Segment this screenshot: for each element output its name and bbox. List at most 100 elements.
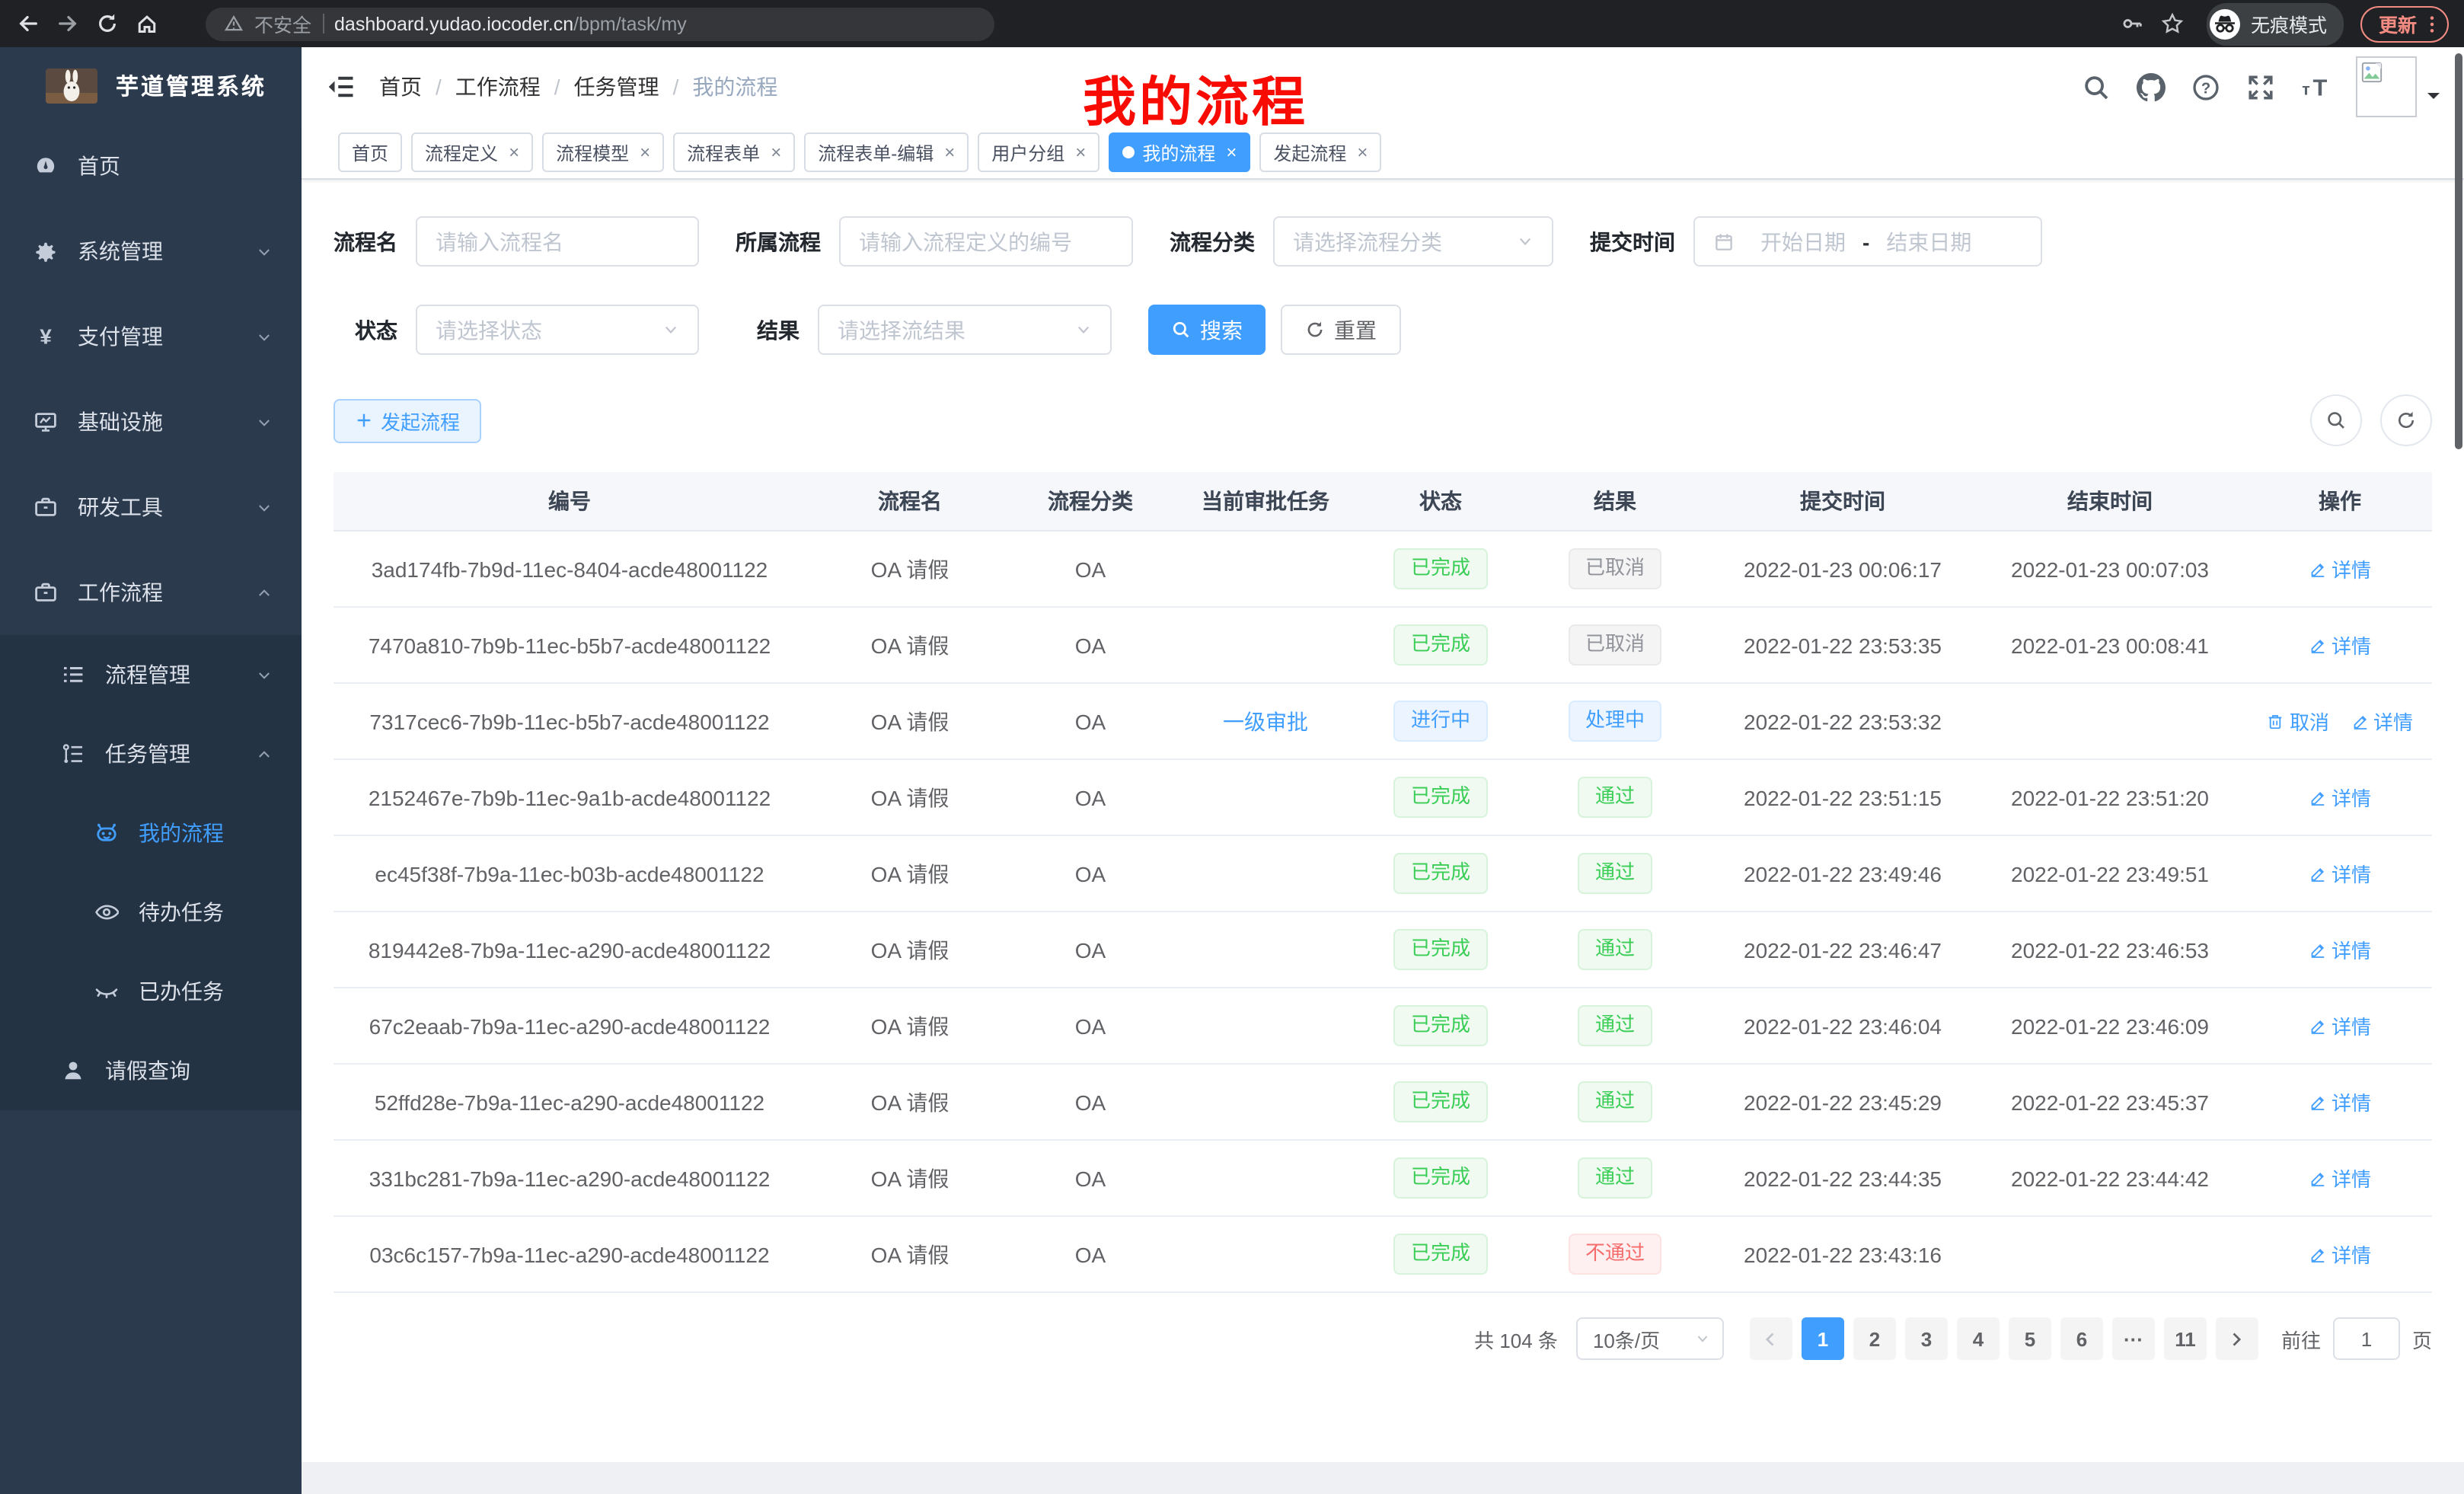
page-button-11[interactable]: 11 [2164, 1317, 2207, 1360]
process-def-input[interactable] [839, 216, 1133, 267]
tab-my-process[interactable]: 我的流程× [1109, 132, 1250, 172]
tab-close-icon[interactable]: × [944, 143, 955, 161]
tab-process-definition[interactable]: 流程定义× [411, 132, 533, 172]
show-search-button[interactable] [2310, 394, 2362, 446]
sidebar-item-process-mgmt[interactable]: 流程管理 [0, 635, 302, 714]
result-label: 结果 [736, 314, 818, 345]
tab-close-icon[interactable]: × [1357, 143, 1368, 161]
page-button-4[interactable]: 4 [1957, 1317, 2000, 1360]
current-task-link[interactable]: 一级审批 [1223, 709, 1308, 733]
refresh-table-button[interactable] [2380, 394, 2432, 446]
sidebar-item-leave-query[interactable]: 请假查询 [0, 1031, 302, 1110]
page-button-6[interactable]: 6 [2060, 1317, 2103, 1360]
avatar-caret-icon[interactable] [2427, 93, 2440, 105]
detail-link[interactable]: 详情 [2309, 630, 2371, 659]
cell-submit-time: 2022-01-22 23:46:47 [1713, 911, 1972, 988]
browser-menu-dots-icon[interactable] [2421, 13, 2443, 34]
github-icon[interactable] [2137, 72, 2166, 101]
password-key-icon[interactable] [2117, 7, 2150, 40]
tab-close-icon[interactable]: × [509, 143, 519, 161]
detail-link[interactable]: 详情 [2309, 859, 2371, 888]
page-button-1[interactable]: 1 [1802, 1317, 1844, 1360]
table-row: 7470a810-7b9b-11ec-b5b7-acde48001122OA 请… [334, 607, 2432, 683]
page-size-select[interactable]: 10条/页 [1576, 1317, 1724, 1360]
cell-process-id: 67c2eaab-7b9a-11ec-a290-acde48001122 [334, 988, 806, 1064]
sidebar-item-system[interactable]: 系统管理 [0, 209, 302, 294]
tab-start-process[interactable]: 发起流程× [1259, 132, 1381, 172]
sidebar-item-infrastructure[interactable]: 基础设施 [0, 379, 302, 464]
cell-process-id: 03c6c157-7b9a-11ec-a290-acde48001122 [334, 1216, 806, 1292]
tab-close-icon[interactable]: × [1075, 143, 1086, 161]
tab-user-group[interactable]: 用户分组× [978, 132, 1100, 172]
prev-page-button[interactable] [1750, 1317, 1792, 1360]
forward-icon[interactable] [50, 7, 84, 40]
tab-process-form[interactable]: 流程表单× [673, 132, 795, 172]
page-button-5[interactable]: 5 [2009, 1317, 2051, 1360]
sidebar-item-label: 流程管理 [105, 659, 190, 690]
tab-close-icon[interactable]: × [771, 143, 781, 161]
detail-link[interactable]: 详情 [2309, 1164, 2371, 1192]
table-row: ec45f38f-7b9a-11ec-b03b-acde48001122OA 请… [334, 835, 2432, 911]
sidebar-item-workflow[interactable]: 工作流程 [0, 550, 302, 635]
url-bar[interactable]: 不安全 dashboard.yudao.iocoder.cn/bpm/task/… [206, 7, 994, 40]
search-icon[interactable] [2082, 72, 2111, 101]
tab-close-icon[interactable]: × [640, 143, 650, 161]
tab-process-form-edit[interactable]: 流程表单-编辑× [804, 132, 969, 172]
cell-process-name: OA 请假 [806, 911, 1014, 988]
detail-link[interactable]: 详情 [2309, 1087, 2371, 1116]
reset-button[interactable]: 重置 [1281, 305, 1401, 355]
breadcrumb-item[interactable]: 任务管理 [574, 72, 659, 102]
next-page-button[interactable] [2216, 1317, 2258, 1360]
sidebar-item-payment[interactable]: ¥支付管理 [0, 294, 302, 379]
tab-home[interactable]: 首页 [338, 132, 402, 172]
sidebar-item-home[interactable]: 首页 [0, 123, 302, 209]
sidebar-item-task-mgmt[interactable]: 任务管理 [0, 714, 302, 793]
goto-page-input[interactable] [2333, 1317, 2400, 1360]
detail-link[interactable]: 详情 [2309, 1011, 2371, 1040]
breadcrumb-item[interactable]: 首页 [379, 72, 422, 102]
detail-link[interactable]: 详情 [2309, 935, 2371, 964]
breadcrumb-item[interactable]: 工作流程 [455, 72, 541, 102]
date-range-picker[interactable]: 开始日期 - 结束日期 [1693, 216, 2042, 267]
sidebar-item-dev-tools[interactable]: 研发工具 [0, 464, 302, 550]
url-separator [322, 14, 324, 34]
fullscreen-icon[interactable] [2246, 72, 2275, 101]
sidebar-item-todo-tasks[interactable]: 待办任务 [0, 873, 302, 952]
cell-process-id: 7470a810-7b9b-11ec-b5b7-acde48001122 [334, 607, 806, 683]
tab-close-icon[interactable]: × [1226, 143, 1237, 161]
cell-category: OA [1014, 607, 1167, 683]
bookmark-star-icon[interactable] [2156, 7, 2190, 40]
process-name-input[interactable] [416, 216, 699, 267]
tab-process-model[interactable]: 流程模型× [542, 132, 664, 172]
page-button-2[interactable]: 2 [1853, 1317, 1896, 1360]
sidebar-toggle-icon[interactable] [326, 72, 356, 102]
avatar[interactable] [2356, 56, 2417, 117]
category-select[interactable]: 请选择流程分类 [1273, 216, 1553, 267]
sidebar-item-my-process[interactable]: 我的流程 [0, 793, 302, 873]
chevron-left-icon [1763, 1330, 1779, 1347]
font-size-icon[interactable]: тT [2301, 72, 2330, 101]
detail-link[interactable]: 详情 [2309, 783, 2371, 812]
scrollbar-thumb[interactable] [2455, 53, 2462, 449]
back-icon[interactable] [11, 7, 44, 40]
pen-icon [2351, 712, 2369, 730]
pages-ellipsis[interactable]: ··· [2112, 1317, 2155, 1360]
search-icon [2325, 410, 2347, 431]
status-select[interactable]: 请选择状态 [416, 305, 699, 355]
dashboard-icon [34, 154, 58, 178]
help-icon[interactable]: ? [2191, 72, 2220, 101]
cancel-link[interactable]: 取消 [2267, 707, 2329, 736]
reload-icon[interactable] [90, 7, 123, 40]
sidebar-item-done-tasks[interactable]: 已办任务 [0, 952, 302, 1031]
detail-link[interactable]: 详情 [2351, 707, 2413, 736]
result-select[interactable]: 请选择流结果 [818, 305, 1112, 355]
detail-link[interactable]: 详情 [2309, 1240, 2371, 1269]
update-button[interactable]: 更新 [2360, 5, 2449, 42]
eye-icon [94, 900, 119, 924]
detail-link[interactable]: 详情 [2309, 554, 2371, 583]
search-button[interactable]: 搜索 [1148, 305, 1266, 355]
cell-status: 已完成 [1364, 988, 1517, 1064]
start-process-button[interactable]: 发起流程 [334, 398, 481, 442]
home-icon[interactable] [129, 7, 163, 40]
page-button-3[interactable]: 3 [1905, 1317, 1948, 1360]
